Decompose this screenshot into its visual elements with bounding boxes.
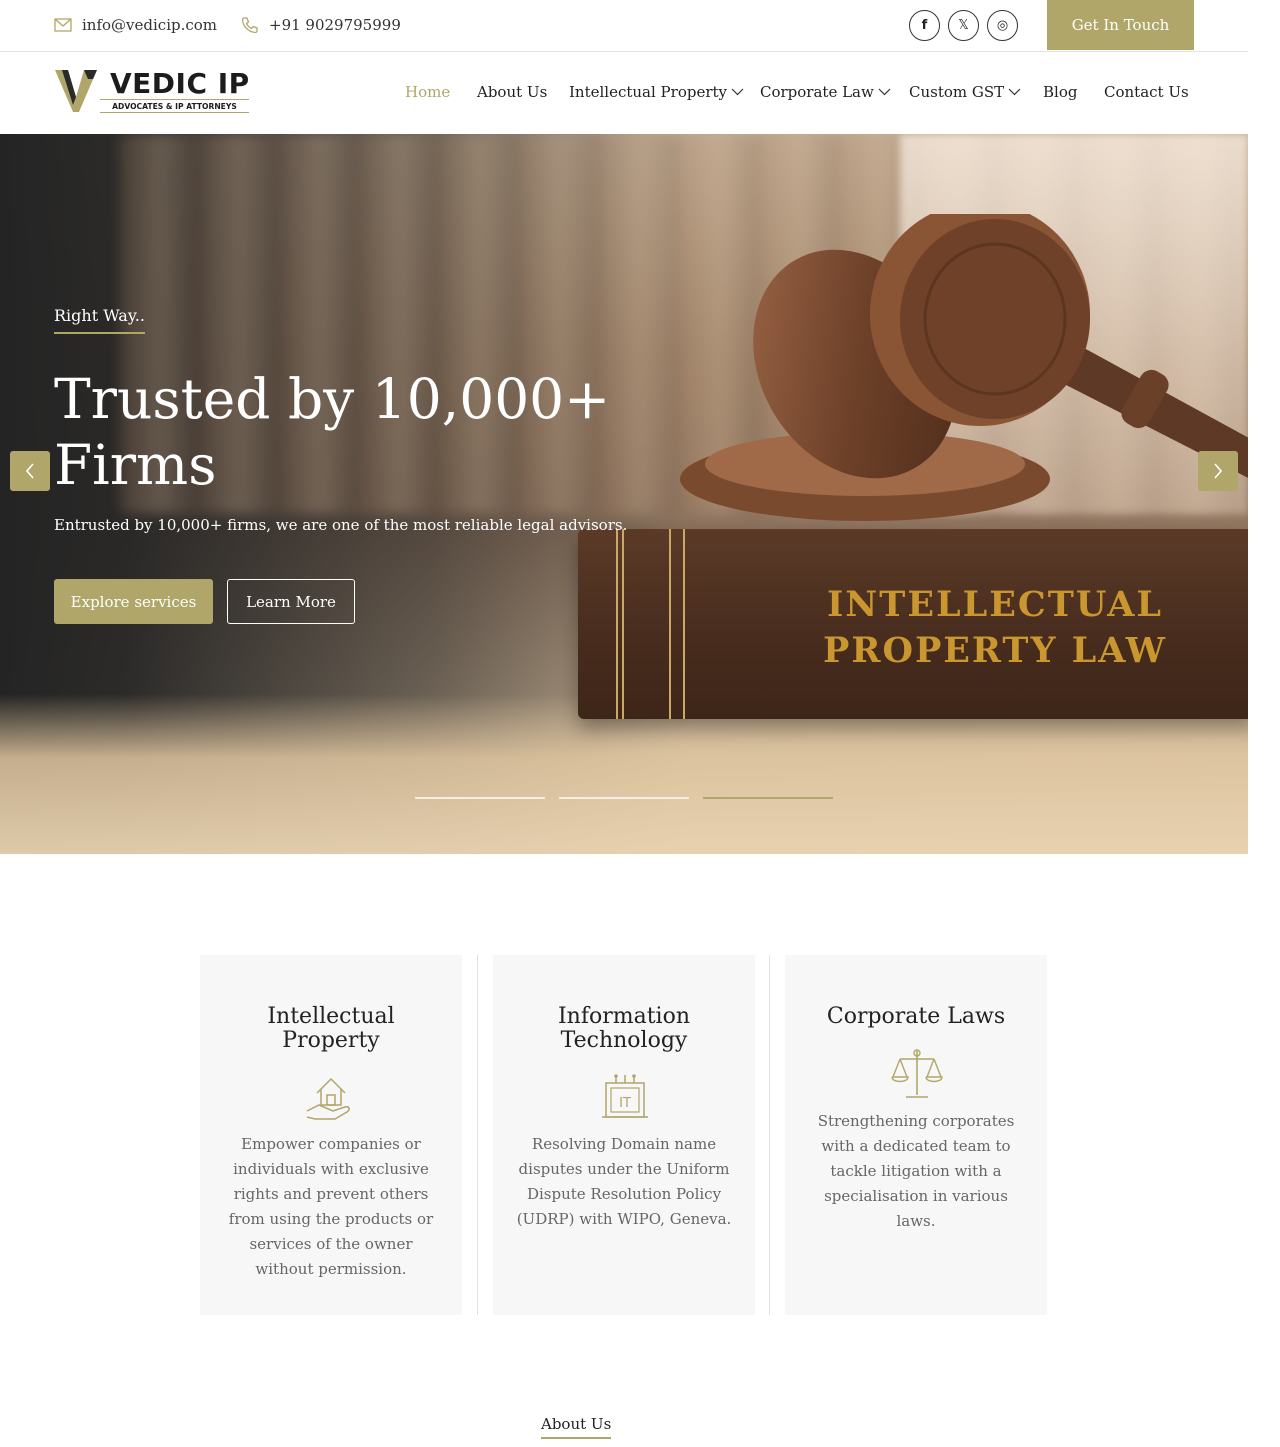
logo-mark-icon (55, 70, 97, 112)
hero-title: Trusted by 10,000+ Firms (54, 367, 611, 497)
nav-label: Custom GST (909, 83, 1005, 101)
book-spine-line (669, 529, 671, 719)
hero-description: Entrusted by 10,000+ firms, we are one o… (54, 516, 628, 534)
card-divider (769, 955, 770, 1315)
logo-name: VEDIC IP (110, 67, 250, 100)
card-title: Corporate Laws (826, 1004, 1006, 1029)
hero-kicker: Right Way.. (54, 306, 145, 334)
chevron-right-icon (1214, 463, 1223, 479)
explore-services-button[interactable]: Explore services (54, 579, 213, 624)
chevron-down-icon (731, 88, 744, 96)
hero-slider: INTELLECTUAL PROPERTY LAW Right Way.. Tr… (0, 134, 1248, 854)
facebook-icon: f (921, 18, 928, 33)
nav-label: About Us (477, 83, 548, 101)
nav-label: Corporate Law (760, 83, 874, 101)
logo-tagline: ADVOCATES & IP ATTORNEYS (100, 99, 249, 113)
nav-label: Contact Us (1104, 83, 1189, 101)
nav-label: Blog (1043, 83, 1078, 101)
nav-custom-gst[interactable]: Custom GST (909, 83, 1021, 101)
envelope-icon (54, 18, 72, 32)
email-text: info@vedicip.com (82, 16, 218, 34)
book-cover-title: INTELLECTUAL PROPERTY LAW (823, 584, 1167, 671)
chevron-left-icon (25, 463, 34, 479)
top-bar: info@vedicip.com +91 9029795999 f 𝕏 ◎ Ge… (0, 0, 1248, 52)
card-title: Intellectual Property (267, 1004, 395, 1053)
email-contact[interactable]: info@vedicip.com (54, 16, 217, 34)
nav-home[interactable]: Home (405, 83, 450, 101)
nav-corporate-law[interactable]: Corporate Law (760, 83, 891, 101)
x-twitter-icon: 𝕏 (958, 18, 969, 33)
x-twitter-link[interactable]: 𝕏 (948, 10, 979, 41)
service-card-information-technology[interactable]: Information Technology IT Resolving Doma… (493, 955, 755, 1315)
it-circuit-icon: IT (602, 1074, 648, 1118)
get-in-touch-button[interactable]: Get In Touch (1047, 0, 1194, 50)
about-us-section-label[interactable]: About Us (541, 1415, 612, 1439)
card-description: Empower companies or individuals with ex… (228, 1135, 434, 1278)
nav-contact-us[interactable]: Contact Us (1104, 83, 1189, 101)
card-title: Information Technology (557, 1004, 691, 1053)
chevron-down-icon (1008, 88, 1021, 96)
nav-about-us[interactable]: About Us (477, 83, 547, 101)
book-spine-line (616, 529, 618, 719)
instagram-icon: ◎ (996, 18, 1009, 33)
book-spine-line (683, 529, 685, 719)
service-card-intellectual-property[interactable]: Intellectual Property Empower companies … (200, 955, 462, 1315)
instagram-link[interactable]: ◎ (987, 10, 1018, 41)
slide-indicator-3[interactable] (703, 797, 833, 799)
card-divider (477, 955, 478, 1315)
card-description: Strengthening corporates with a dedicate… (817, 1112, 1015, 1230)
nav-blog[interactable]: Blog (1043, 83, 1077, 101)
slide-indicator-2[interactable] (559, 797, 689, 799)
scales-of-justice-icon (891, 1049, 943, 1098)
house-in-hand-icon (306, 1077, 350, 1120)
phone-text: +91 9029795999 (269, 16, 401, 34)
nav-intellectual-property[interactable]: Intellectual Property (569, 83, 744, 101)
slide-indicator-1[interactable] (415, 797, 545, 799)
facebook-link[interactable]: f (909, 10, 940, 41)
phone-icon (241, 17, 258, 34)
svg-text:IT: IT (619, 1096, 631, 1111)
nav-label: Home (405, 83, 451, 101)
chevron-down-icon (878, 88, 891, 96)
previous-slide-button[interactable] (10, 451, 50, 491)
gavel-image (680, 214, 1248, 521)
next-slide-button[interactable] (1198, 451, 1238, 491)
service-card-corporate-laws[interactable]: Corporate Laws Strengthening corporates … (785, 955, 1047, 1315)
card-description: Resolving Domain name disputes under the… (516, 1135, 732, 1228)
phone-contact[interactable]: +91 9029795999 (241, 16, 401, 34)
logo[interactable]: VEDIC IP ADVOCATES & IP ATTORNEYS (54, 67, 250, 115)
nav-label: Intellectual Property (569, 83, 728, 101)
learn-more-button[interactable]: Learn More (227, 579, 355, 624)
main-header: VEDIC IP ADVOCATES & IP ATTORNEYS Home A… (0, 52, 1248, 134)
book-spine-line (622, 529, 624, 719)
